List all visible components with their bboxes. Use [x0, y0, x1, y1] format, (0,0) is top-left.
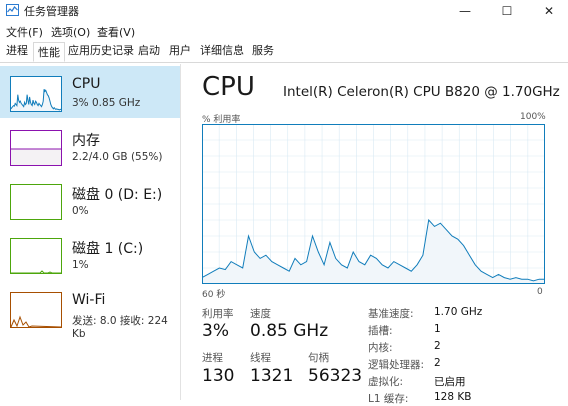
menu-bar: 文件(F) 选项(O) 查看(V): [0, 22, 568, 40]
disk1-thumbnail-graph: [10, 238, 62, 274]
window-title: 任务管理器: [24, 5, 79, 18]
minimize-button[interactable]: —: [442, 0, 488, 22]
disk0-thumbnail-graph: [10, 184, 62, 220]
title-bar: 任务管理器 — ☐ ✕: [0, 0, 568, 22]
resource-item-cpu[interactable]: CPU 3% 0.85 GHz: [0, 66, 180, 118]
graph-x-left-label: 60 秒: [202, 290, 226, 300]
stat-processes-value: 130: [202, 366, 235, 386]
tab-users[interactable]: 用户: [165, 41, 195, 61]
resource-item-wifi[interactable]: Wi-Fi 发送: 8.0 接收: 224 Kb: [0, 282, 180, 340]
tab-app-history[interactable]: 应用历史记录: [64, 41, 138, 61]
detail-title: CPU: [202, 72, 255, 102]
info-virtualization-value: 已启用: [434, 376, 466, 388]
resource-item-disk-0[interactable]: 磁盘 0 (D: E:) 0%: [0, 174, 180, 226]
info-virtualization-label: 虚拟化:: [368, 376, 404, 388]
resource-name: 内存: [72, 133, 100, 149]
cpu-model-name: Intel(R) Celeron(R) CPU B820 @ 1.70GHz: [283, 84, 560, 100]
stat-handles-value: 56323: [308, 366, 363, 386]
tab-bar: 进程 性能 应用历史记录 启动 用户 详细信息 服务: [0, 41, 568, 63]
resource-name: 磁盘 0 (D: E:): [72, 187, 163, 203]
stat-processes-label: 进程: [202, 352, 223, 364]
menu-view[interactable]: 查看(V): [97, 24, 135, 40]
info-sockets-value: 1: [434, 323, 441, 335]
info-sockets-label: 插槽:: [368, 325, 393, 337]
cpu-utilization-graph: [202, 124, 545, 284]
resource-item-disk-1[interactable]: 磁盘 1 (C:) 1%: [0, 228, 180, 280]
menu-file[interactable]: 文件(F): [6, 24, 43, 40]
stat-utilization-label: 利用率: [202, 308, 234, 320]
cpu-thumbnail-graph: [10, 76, 62, 112]
tab-performance[interactable]: 性能: [33, 42, 65, 62]
resource-name: Wi-Fi: [72, 292, 106, 308]
info-l1-cache-label: L1 缓存:: [368, 393, 409, 405]
memory-thumbnail-graph: [10, 130, 62, 166]
resource-value: 发送: 8.0 接收: 224 Kb: [72, 315, 168, 340]
graph-y-max: 100%: [520, 112, 546, 122]
stat-speed-value: 0.85 GHz: [250, 321, 329, 341]
thumbnail-frame: [10, 184, 62, 220]
minimize-icon: —: [459, 4, 471, 18]
info-base-speed-label: 基准速度:: [368, 308, 414, 320]
wifi-thumbnail-graph: [10, 292, 62, 328]
resource-name: CPU: [72, 76, 101, 92]
info-l1-cache-value: 128 KB: [434, 391, 472, 403]
resource-value: 1%: [72, 259, 89, 271]
tab-services[interactable]: 服务: [248, 41, 278, 61]
memory-thumbnail-area: [11, 149, 61, 165]
stat-utilization-value: 3%: [202, 321, 229, 341]
resource-value: 3% 0.85 GHz: [72, 97, 141, 109]
info-logical-processors-value: 2: [434, 357, 441, 369]
stat-threads-value: 1321: [250, 366, 294, 386]
resource-value: 0%: [72, 205, 89, 217]
resource-item-memory[interactable]: 内存 2.2/4.0 GB (55%): [0, 120, 180, 172]
stat-speed-label: 速度: [250, 308, 271, 320]
info-cores-value: 2: [434, 340, 441, 352]
resource-value: 2.2/4.0 GB (55%): [72, 151, 163, 163]
stat-handles-label: 句柄: [308, 352, 329, 364]
info-cores-label: 内核:: [368, 342, 393, 354]
task-manager-icon: [6, 4, 19, 16]
maximize-icon: ☐: [501, 4, 513, 18]
maximize-button[interactable]: ☐: [484, 0, 530, 22]
graph-x-right-label: 0: [537, 287, 543, 297]
info-logical-processors-label: 逻辑处理器:: [368, 359, 425, 371]
tab-details[interactable]: 详细信息: [196, 41, 248, 61]
resource-name: 磁盘 1 (C:): [72, 241, 144, 257]
menu-options[interactable]: 选项(O): [51, 24, 90, 40]
tab-startup[interactable]: 启动: [134, 41, 164, 61]
close-icon: ✕: [543, 4, 555, 18]
stat-threads-label: 线程: [250, 352, 271, 364]
info-base-speed-value: 1.70 GHz: [434, 306, 483, 318]
thumbnail-frame: [10, 238, 62, 274]
resource-list: CPU 3% 0.85 GHz 内存 2.2/4.0 GB (55%) 磁盘 0…: [0, 64, 181, 400]
tab-processes[interactable]: 进程: [2, 41, 32, 61]
close-button[interactable]: ✕: [526, 0, 568, 22]
